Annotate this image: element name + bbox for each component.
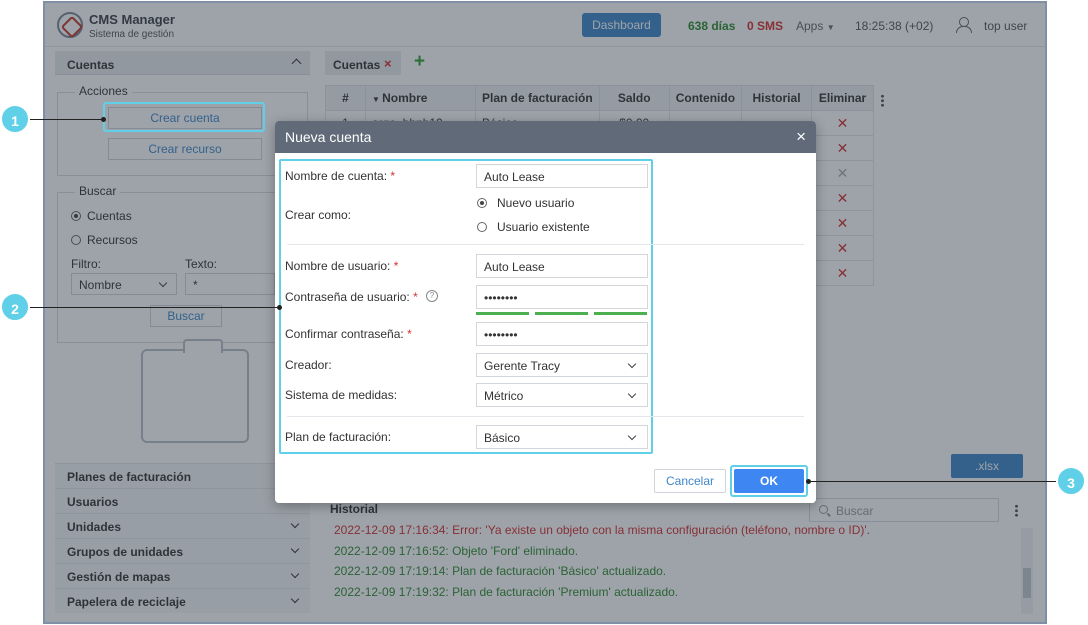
callout-leader: [30, 119, 103, 120]
billing-plan-select[interactable]: Básico: [476, 425, 648, 449]
creator-label: Creador:: [285, 358, 332, 372]
account-name-input[interactable]: Auto Lease: [476, 164, 648, 188]
radio-existing-user-label[interactable]: Usuario existente: [497, 220, 590, 234]
dialog-header: Nueva cuenta ×: [275, 121, 816, 153]
chevron-down-icon: [627, 431, 637, 441]
confirm-password-label-text: Confirmar contraseña:: [285, 327, 404, 341]
callout-1: 1: [0, 104, 30, 134]
chevron-down-icon: [627, 389, 637, 399]
password-strength-bar: [476, 312, 529, 315]
dialog-title: Nueva cuenta: [285, 129, 372, 145]
units-value: Métrico: [484, 389, 524, 403]
creator-select[interactable]: Gerente Tracy: [476, 353, 648, 377]
account-name-label-text: Nombre de cuenta:: [285, 169, 388, 183]
required-mark: *: [407, 327, 412, 341]
callout-dot: [806, 479, 811, 484]
close-icon[interactable]: ×: [796, 127, 806, 147]
billing-plan-label: Plan de facturación:: [285, 430, 392, 444]
username-label-text: Nombre de usuario:: [285, 259, 391, 273]
callout-3: 3: [1056, 466, 1086, 496]
password-input[interactable]: ••••••••: [476, 285, 648, 309]
password-label: Contraseña de usuario: *: [285, 290, 418, 304]
divider: [287, 244, 804, 245]
password-label-text: Contraseña de usuario:: [285, 290, 410, 304]
highlight-create-account: [103, 102, 265, 132]
callout-dot: [277, 305, 282, 310]
creator-value: Gerente Tracy: [484, 359, 561, 373]
ok-button[interactable]: OK: [734, 469, 804, 493]
required-mark: *: [390, 169, 396, 183]
units-label: Sistema de medidas:: [285, 388, 398, 402]
required-mark: *: [393, 259, 399, 273]
username-label: Nombre de usuario: *: [285, 259, 398, 273]
callout-leader: [30, 307, 279, 308]
new-account-dialog: Nueva cuenta × Nombre de cuenta: * Auto …: [275, 121, 816, 503]
confirm-password-input[interactable]: ••••••••: [476, 322, 648, 346]
account-name-label: Nombre de cuenta: *: [285, 169, 395, 183]
help-icon[interactable]: ?: [426, 290, 438, 302]
radio-new-user[interactable]: [477, 198, 487, 208]
password-strength-bar: [594, 312, 647, 315]
callout-leader: [808, 481, 1058, 482]
units-select[interactable]: Métrico: [476, 383, 648, 407]
divider: [287, 416, 804, 417]
radio-existing-user[interactable]: [477, 222, 487, 232]
cancel-button[interactable]: Cancelar: [654, 469, 726, 493]
billing-plan-value: Básico: [484, 431, 521, 445]
radio-new-user-label[interactable]: Nuevo usuario: [497, 196, 574, 210]
create-as-label: Crear como:: [285, 208, 352, 222]
required-mark: *: [413, 290, 418, 304]
callout-2: 2: [0, 292, 30, 322]
callout-dot: [101, 117, 106, 122]
username-input[interactable]: Auto Lease: [476, 254, 648, 278]
confirm-password-label: Confirmar contraseña: *: [285, 327, 412, 341]
chevron-down-icon: [627, 359, 637, 369]
password-strength-bar: [535, 312, 588, 315]
